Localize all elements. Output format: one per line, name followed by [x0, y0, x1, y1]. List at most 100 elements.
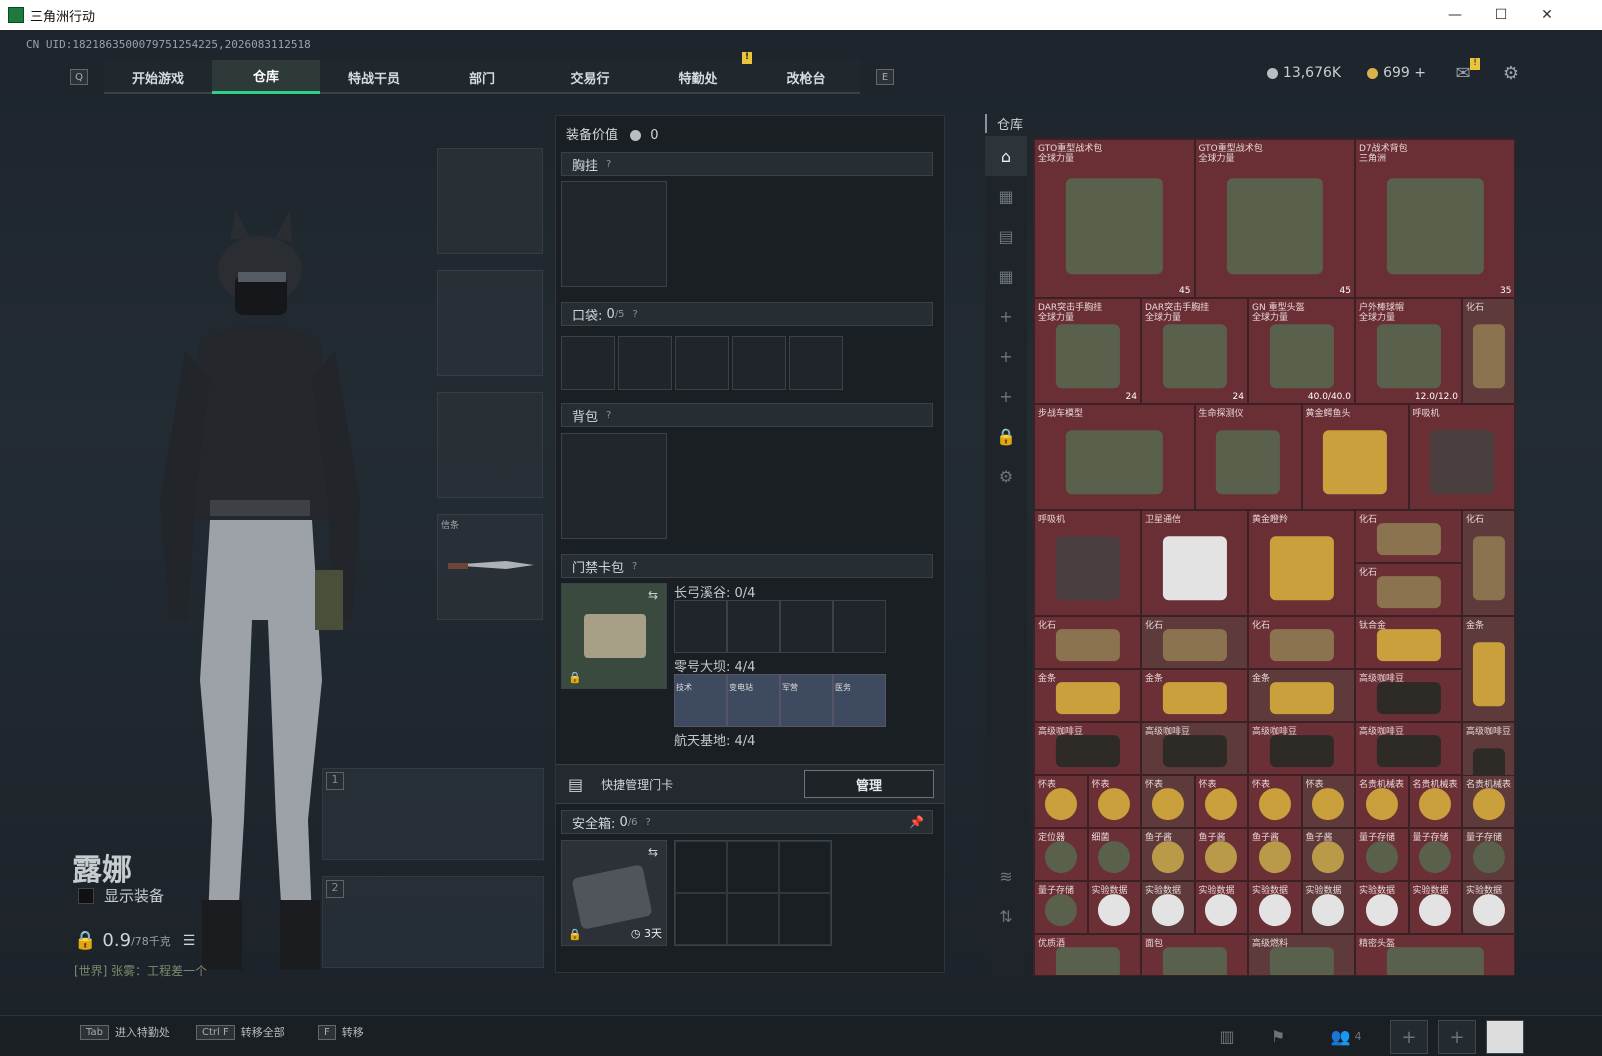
- safe-box-cell[interactable]: [675, 841, 727, 893]
- add-storage-icon[interactable]: +: [985, 336, 1027, 376]
- storage-item[interactable]: GTO重型战术包 全球力量 45: [1194, 139, 1355, 298]
- storage-item[interactable]: 卫星通信: [1141, 510, 1248, 616]
- storage-item[interactable]: 怀表: [1248, 775, 1302, 828]
- chest-rig-slot[interactable]: [561, 181, 667, 287]
- storage-item[interactable]: 金条: [1462, 616, 1514, 722]
- minimize-button[interactable]: —: [1432, 0, 1478, 30]
- storage-item[interactable]: 化石: [1462, 510, 1514, 616]
- storage-item[interactable]: 面包: [1141, 934, 1248, 975]
- help-icon[interactable]: ?: [606, 159, 611, 170]
- storage-item[interactable]: DAR突击手胸挂 全球力量 24: [1141, 298, 1248, 404]
- keycard[interactable]: 军营: [780, 674, 833, 727]
- storage-item[interactable]: 高级燃料: [1248, 934, 1355, 975]
- hint-transfer[interactable]: F 转移: [318, 1024, 364, 1040]
- storage-item[interactable]: GN 重型头盔 全球力量 40.0/40.0: [1248, 298, 1355, 404]
- sort-icon[interactable]: ⇅: [985, 896, 1027, 936]
- pocket-slot[interactable]: [732, 336, 786, 390]
- pocket-slot[interactable]: [618, 336, 672, 390]
- tab-operators[interactable]: 特战干员: [320, 60, 428, 94]
- storage-item[interactable]: 实验数据: [1141, 881, 1195, 934]
- help-icon[interactable]: ?: [606, 410, 611, 421]
- hint-transfer-all[interactable]: Ctrl F 转移全部: [196, 1024, 285, 1040]
- nav-prev-key-hint[interactable]: Q: [70, 69, 88, 85]
- safe-box-cell[interactable]: [727, 893, 779, 945]
- safe-box-slot[interactable]: ⇆ 🔒 ◷ 3天: [561, 840, 667, 946]
- storage-item[interactable]: 定位器: [1034, 828, 1088, 881]
- keycard-case-slot[interactable]: ⇆ 🔒: [561, 583, 667, 689]
- storage-item[interactable]: 化石: [1355, 563, 1462, 616]
- safe-box-cell[interactable]: [779, 841, 831, 893]
- storage-item[interactable]: 怀表: [1034, 775, 1088, 828]
- keycard-slot[interactable]: [674, 600, 727, 653]
- storage-item[interactable]: 实验数据: [1248, 881, 1302, 934]
- show-equipment-toggle[interactable]: 显示装备: [78, 885, 164, 906]
- world-chat-line[interactable]: [世界] 张雾：工程差一个: [74, 962, 207, 979]
- storage-item[interactable]: 户外棒球帽 全球力量 12.0/12.0: [1355, 298, 1462, 404]
- storage-item[interactable]: 呼吸机: [1408, 404, 1514, 510]
- squad-icon[interactable]: 👥 4: [1324, 1022, 1368, 1050]
- pocket-slot[interactable]: [789, 336, 843, 390]
- storage-item[interactable]: 精密头盔: [1355, 934, 1514, 975]
- primary-weapon-slot-1[interactable]: 1: [322, 768, 544, 860]
- storage-item[interactable]: 量子存储: [1355, 828, 1409, 881]
- show-equipment-checkbox[interactable]: [78, 887, 94, 904]
- storage-item[interactable]: 高级咖啡豆: [1355, 722, 1462, 775]
- storage-item[interactable]: 怀表: [1301, 775, 1355, 828]
- pistol-slot[interactable]: [437, 392, 543, 498]
- storage-item[interactable]: 怀表: [1194, 775, 1248, 828]
- storage-item[interactable]: 化石: [1355, 510, 1462, 563]
- storage-item[interactable]: 怀表: [1141, 775, 1195, 828]
- swap-icon[interactable]: ⇆: [648, 845, 658, 859]
- storage-tab-icon[interactable]: ▦: [985, 256, 1027, 296]
- nav-next-key-hint[interactable]: E: [876, 69, 894, 85]
- operator-model[interactable]: [140, 200, 380, 990]
- storage-item[interactable]: 化石: [1141, 616, 1248, 669]
- gold-currency[interactable]: 699 +: [1367, 65, 1426, 81]
- storage-item[interactable]: 实验数据: [1194, 881, 1248, 934]
- invite-slot[interactable]: +: [1438, 1020, 1476, 1054]
- safe-box-cell[interactable]: [727, 841, 779, 893]
- storage-item[interactable]: 优质酒: [1034, 934, 1141, 975]
- armor-slot[interactable]: [437, 270, 543, 376]
- avatar[interactable]: [1486, 1020, 1524, 1054]
- storage-all-icon[interactable]: ⌂: [985, 136, 1027, 176]
- storage-item[interactable]: 化石: [1034, 616, 1141, 669]
- tab-special-service[interactable]: 特勤处 !: [644, 52, 752, 94]
- storage-item[interactable]: 名贵机械表: [1462, 775, 1514, 828]
- storage-item[interactable]: 实验数据: [1462, 881, 1514, 934]
- pocket-slot[interactable]: [675, 336, 729, 390]
- storage-item[interactable]: 鱼子酱: [1301, 828, 1355, 881]
- maximize-button[interactable]: ☐: [1478, 0, 1524, 30]
- storage-item[interactable]: 实验数据: [1355, 881, 1409, 934]
- swap-icon[interactable]: ⇆: [648, 588, 658, 602]
- storage-item[interactable]: 怀表: [1087, 775, 1141, 828]
- storage-item[interactable]: 高级咖啡豆: [1034, 722, 1141, 775]
- tab-gunsmith[interactable]: 改枪台: [752, 60, 860, 94]
- safe-box-cell[interactable]: [675, 893, 727, 945]
- keycard-slot[interactable]: [833, 600, 886, 653]
- add-storage-icon[interactable]: +: [985, 376, 1027, 416]
- manage-button[interactable]: 管理: [804, 770, 934, 798]
- storage-item[interactable]: 名贵机械表: [1408, 775, 1462, 828]
- storage-item[interactable]: 鱼子酱: [1141, 828, 1195, 881]
- storage-item[interactable]: 高级咖啡豆: [1141, 722, 1248, 775]
- storage-item[interactable]: 鱼子酱: [1194, 828, 1248, 881]
- storage-item[interactable]: 呼吸机: [1034, 510, 1141, 616]
- keycard[interactable]: 技术: [674, 674, 727, 727]
- keycard-slot[interactable]: [780, 600, 833, 653]
- storage-item[interactable]: 金条: [1034, 669, 1141, 722]
- help-icon[interactable]: ?: [646, 817, 651, 828]
- pin-icon[interactable]: 📌: [909, 815, 924, 829]
- storage-item[interactable]: 鱼子酱: [1248, 828, 1302, 881]
- storage-item[interactable]: 生命探测仪: [1194, 404, 1302, 510]
- storage-item[interactable]: DAR突击手胸挂 全球力量 24: [1034, 298, 1141, 404]
- backpack-slot[interactable]: [561, 433, 667, 539]
- tab-department[interactable]: 部门: [428, 60, 536, 94]
- storage-item[interactable]: 钛合金: [1355, 616, 1462, 669]
- storage-tab-icon[interactable]: ▤: [985, 216, 1027, 256]
- storage-item[interactable]: 高级咖啡豆: [1355, 669, 1462, 722]
- invite-slot[interactable]: +: [1390, 1020, 1428, 1054]
- storage-item[interactable]: 化石: [1462, 298, 1514, 404]
- add-gold-icon[interactable]: +: [1414, 65, 1426, 81]
- keycard[interactable]: 变电站: [727, 674, 780, 727]
